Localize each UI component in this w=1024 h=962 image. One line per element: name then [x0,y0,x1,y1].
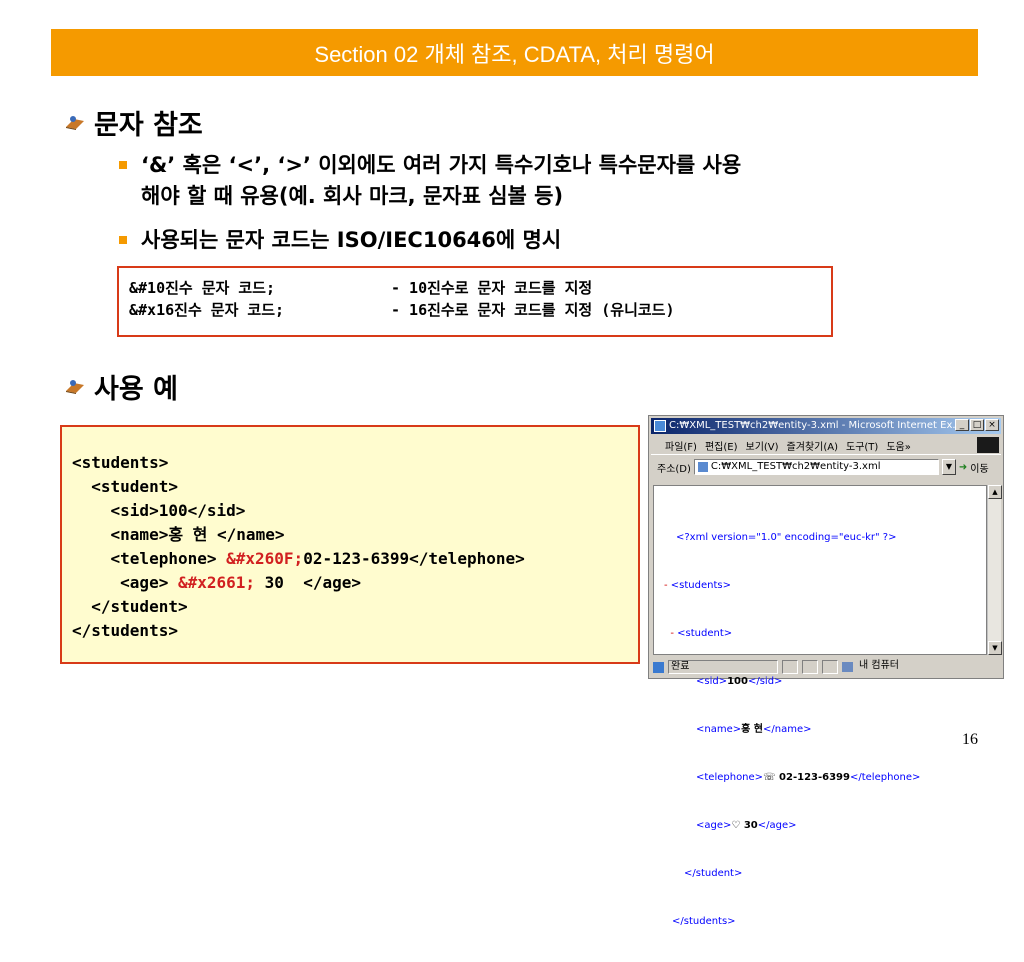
address-input[interactable]: C:₩XML_TEST₩ch2₩entity-3.xml [693,459,939,475]
code-line: <sid>100</sid> [72,501,246,520]
menu-view[interactable]: 보기(V) [746,438,779,453]
close-button[interactable]: × [985,419,999,431]
xml-node: <sid>100</sid> [696,676,783,687]
book-bullet-icon [66,116,84,130]
section-heading-char-ref: 문자 참조 [64,104,203,141]
bullet-item: ‘&’ 혹은 ‘<’, ‘>’ 이외에도 여러 가지 특수기호나 특수문자를 사… [119,150,951,212]
slide-title-bar: Section 02 개체 참조, CDATA, 처리 명령어 [51,29,978,76]
bullet-line: 해야 할 때 유용(예. 회사 마크, 문자표 심볼 등) [141,184,564,208]
browser-title: C:₩XML_TEST₩ch2₩entity-3.xml - Microsoft… [669,420,962,431]
go-arrow-icon[interactable]: ➜ [959,462,967,473]
menu-tools[interactable]: 도구(T) [846,438,878,453]
bullet-item: 사용되는 문자 코드는 ISO/IEC10646에 명시 [119,225,951,256]
char-ref-syntax-box: &#10진수 문자 코드; - 10진수로 문자 코드를 지정 &#x16진수 … [117,266,833,337]
status-pane [782,660,798,674]
xml-example-code-box: <students> <student> <sid>100</sid> <nam… [60,425,640,664]
menu-edit[interactable]: 편집(E) [705,438,738,453]
menu-file[interactable]: 파일(F) [665,438,697,453]
xml-tree: <?xml version="1.0" encoding="euc-kr" ?>… [654,498,920,962]
section-heading-label: 사용 예 [94,373,178,405]
xml-node: <age>♡ 30</age> [696,820,797,831]
maximize-button[interactable]: □ [970,419,984,431]
code-line: <age> &#x2661; 30 </age> [72,573,361,592]
xml-node: </student> [684,868,743,879]
minimize-button[interactable]: _ [955,419,969,431]
status-zone: 내 컴퓨터 [859,660,899,671]
address-dropdown-button[interactable]: ▼ [941,459,956,475]
bullet-line: ‘&’ 혹은 ‘<’, ‘>’ 이외에도 여러 가지 특수기호나 특수문자를 사… [141,153,742,177]
xml-declaration: <?xml version="1.0" encoding="euc-kr" ?> [676,532,897,543]
syntax-form: &#x16진수 문자 코드; [129,301,285,319]
xml-node[interactable]: - <student> [654,626,920,642]
menu-bar: 파일(F) 편집(E) 보기(V) 즐겨찾기(A) 도구(T) 도움» [651,436,1001,455]
address-value: C:₩XML_TEST₩ch2₩entity-3.xml [710,461,881,472]
scroll-down-arrow-icon[interactable]: ▼ [988,641,1002,655]
xml-node: <name>홍 현</name> [696,724,812,735]
book-bullet-icon [66,380,84,394]
go-button[interactable]: 이동 [970,460,988,475]
code-line: <name>홍 현 </name> [72,525,285,544]
square-bullet-icon [119,161,127,169]
syntax-desc: - 16진수로 문자 코드를 지정 (유니코드) [391,301,675,319]
code-line: <telephone> &#x260F;02-123-6399</telepho… [72,549,525,568]
code-line: <student> [72,477,178,496]
ie-document-icon [654,420,666,432]
address-label: 주소(D) [657,463,691,475]
page-done-icon [653,661,664,673]
section-heading-label: 문자 참조 [94,109,203,141]
browser-title-bar: C:₩XML_TEST₩ch2₩entity-3.xml - Microsoft… [651,418,1001,434]
syntax-row: &#x16진수 문자 코드; - 16진수로 문자 코드를 지정 (유니코드) [129,299,821,321]
my-computer-icon [842,662,853,672]
browser-window: C:₩XML_TEST₩ch2₩entity-3.xml - Microsoft… [648,415,1004,927]
code-line: </student> [72,597,188,616]
page-number: 16 [962,731,978,748]
syntax-form: &#10진수 문자 코드; [129,279,276,297]
windows-logo-icon [977,437,999,453]
bullet-line: 사용되는 문자 코드는 ISO/IEC10646에 명시 [141,228,562,252]
status-bar: 완료 내 컴퓨터 [651,658,1001,676]
square-bullet-icon [119,236,127,244]
xml-node: <telephone>☏ 02-123-6399</telephone> [696,772,921,783]
code-line: </students> [72,621,178,640]
status-text: 완료 [668,660,778,674]
xml-node: </students> [672,916,736,927]
char-ref-highlight: &#x2661; [177,573,256,592]
menu-help[interactable]: 도움» [886,438,911,453]
char-ref-highlight: &#x260F; [226,549,304,568]
menu-favorites[interactable]: 즐겨찾기(A) [787,438,838,453]
section-heading-example: 사용 예 [64,368,178,405]
code-line: <students> [72,453,169,472]
scroll-up-arrow-icon[interactable]: ▲ [988,485,1002,499]
syntax-desc: - 10진수로 문자 코드를 지정 [391,279,593,297]
slide-title: Section 02 개체 참조, CDATA, 처리 명령어 [314,41,715,67]
syntax-row: &#10진수 문자 코드; - 10진수로 문자 코드를 지정 [129,277,821,299]
browser-content: <?xml version="1.0" encoding="euc-kr" ?>… [653,485,987,927]
page-icon [697,462,708,472]
vertical-scrollbar[interactable]: ▲ ▼ [987,485,1002,655]
xml-node[interactable]: - <students> [654,578,920,594]
status-pane [822,660,838,674]
address-bar: 주소(D) C:₩XML_TEST₩ch2₩entity-3.xml ▼ ➜ 이… [651,457,1001,477]
window-controls: _ □ × [955,419,999,431]
status-pane [802,660,818,674]
